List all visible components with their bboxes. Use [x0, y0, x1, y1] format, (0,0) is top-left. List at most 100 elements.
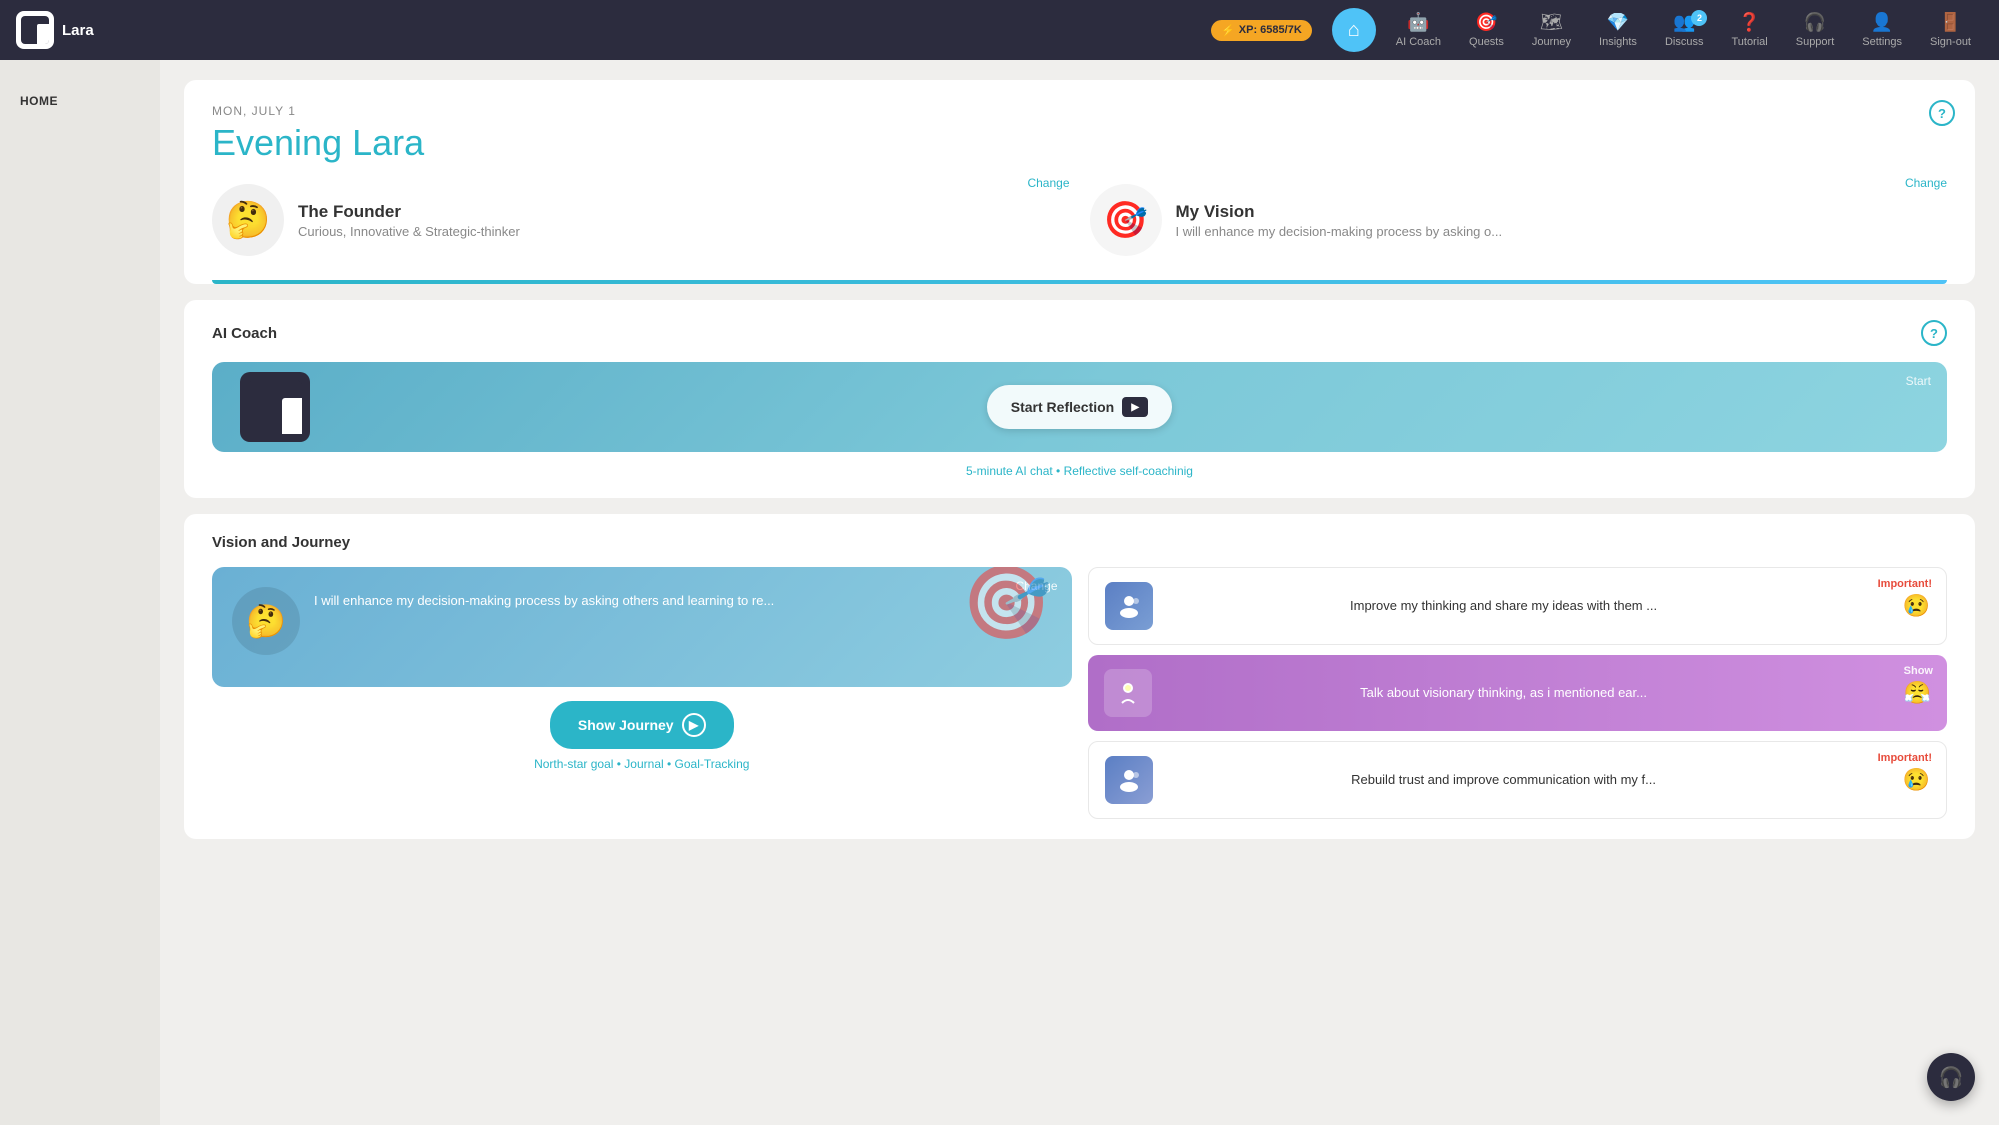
logo-box	[16, 11, 54, 49]
show-journey-container: Show Journey ▶	[212, 701, 1072, 749]
nav-label-support: Support	[1796, 36, 1835, 48]
nav-label-tutorial: Tutorial	[1731, 36, 1767, 48]
quests-icon: 🎯	[1475, 12, 1497, 33]
vision-journey-text: I will enhance my decision-making proces…	[314, 587, 774, 611]
ai-logo	[240, 372, 310, 442]
sad-icon-0: 😢	[1903, 593, 1930, 619]
quest-badge-2: Important!	[1878, 752, 1932, 764]
vision-journey-avatar: 🤔	[232, 587, 300, 655]
vision-journey-section: Vision and Journey Change 🤔 I will enhan…	[184, 514, 1975, 839]
journey-links[interactable]: North-star goal • Journal • Goal-Trackin…	[212, 757, 1072, 771]
home-button[interactable]: ⌂	[1332, 8, 1376, 52]
start-reflection-label: Start Reflection	[1011, 399, 1114, 415]
vision-name: My Vision	[1176, 202, 1503, 222]
nav-label-ai-coach: AI Coach	[1396, 36, 1441, 48]
nav-item-discuss[interactable]: 2 👥 Discuss	[1653, 6, 1716, 54]
show-journey-label: Show Journey	[578, 717, 674, 733]
quest-badge-0: Important!	[1878, 578, 1932, 590]
ai-logo-inner	[248, 380, 302, 434]
floating-support-icon: 🎧	[1939, 1065, 1964, 1090]
xp-badge: ⚡ XP: 6585/7K	[1211, 20, 1312, 41]
nav-item-support[interactable]: 🎧 Support	[1784, 6, 1847, 54]
quest-card-2: Important! Rebuild trust and improve com…	[1088, 741, 1948, 819]
persona-change-button[interactable]: Change	[1027, 176, 1069, 190]
vision-journey-grid: Change 🤔 I will enhance my decision-maki…	[212, 567, 1947, 819]
ai-coach-section-title: AI Coach ?	[212, 320, 1947, 346]
start-reflection-button[interactable]: Start Reflection ▶	[987, 385, 1172, 429]
persona-card: Change 🤔 The Founder Curious, Innovative…	[212, 184, 1070, 256]
quest-card-1: Show Talk about visionary thinking, as i…	[1088, 655, 1948, 731]
ai-coach-icon: 🤖	[1407, 12, 1429, 33]
main-content: ? MON, JULY 1 Evening Lara Change 🤔 The …	[160, 60, 1999, 1125]
sidebar-item-home[interactable]: HOME	[0, 84, 160, 118]
ai-coach-tagline: 5-minute AI chat • Reflective self-coach…	[212, 464, 1947, 478]
profile-cards: Change 🤔 The Founder Curious, Innovative…	[212, 184, 1947, 280]
persona-emoji: 🤔	[226, 199, 271, 241]
tutorial-icon: ❓	[1738, 12, 1760, 33]
nav-item-quests[interactable]: 🎯 Quests	[1457, 6, 1516, 54]
vision-journey-right: Important! Improve my thinking and share…	[1088, 567, 1948, 819]
vision-journey-emoji: 🤔	[246, 602, 286, 640]
nav-label-settings: Settings	[1862, 36, 1902, 48]
ai-coach-section: AI Coach ? Start Start Reflection ▶ 5-mi…	[184, 300, 1975, 498]
journey-btn-icon: ▶	[682, 713, 706, 737]
settings-icon: 👤	[1871, 12, 1893, 33]
vision-emoji: 🎯	[1103, 199, 1148, 241]
home-icon: ⌂	[1348, 19, 1360, 42]
vision-description: I will enhance my decision-making proces…	[1176, 224, 1503, 239]
teal-divider	[212, 280, 1947, 284]
nav-item-insights[interactable]: 💎 Insights	[1587, 6, 1649, 54]
target-overlay: 🎯	[962, 567, 1052, 639]
ai-coach-card: Start Start Reflection ▶	[212, 362, 1947, 452]
nav-label-signout: Sign-out	[1930, 36, 1971, 48]
nav-label-insights: Insights	[1599, 36, 1637, 48]
quest-text-1: Talk about visionary thinking, as i ment…	[1164, 684, 1892, 702]
show-journey-button[interactable]: Show Journey ▶	[550, 701, 734, 749]
vision-avatar: 🎯	[1090, 184, 1162, 256]
nav-label-quests: Quests	[1469, 36, 1504, 48]
insights-icon: 💎	[1607, 12, 1629, 33]
nav-item-tutorial[interactable]: ❓ Tutorial	[1719, 6, 1779, 54]
top-navigation: Lara ⚡ XP: 6585/7K ⌂ 🤖 AI Coach 🎯 Quests…	[0, 0, 1999, 60]
journey-icon: 🗺	[1540, 12, 1563, 33]
vision-journey-card: Change 🤔 I will enhance my decision-maki…	[212, 567, 1072, 687]
quest-text-0: Improve my thinking and share my ideas w…	[1165, 597, 1891, 615]
nav-items: 🤖 AI Coach 🎯 Quests 🗺 Journey 💎 Insights…	[1384, 6, 1983, 54]
vision-journey-title: Vision and Journey	[212, 534, 1947, 551]
ai-coach-start-label[interactable]: Start	[1906, 374, 1931, 388]
app-title: Lara	[62, 22, 94, 39]
app-logo[interactable]: Lara	[16, 11, 94, 49]
persona-info: The Founder Curious, Innovative & Strate…	[298, 202, 520, 239]
greeting-date: MON, JULY 1	[212, 104, 1947, 118]
support-icon: 🎧	[1804, 12, 1826, 33]
discuss-badge: 2	[1691, 10, 1707, 26]
persona-name: The Founder	[298, 202, 520, 222]
quest-badge-1: Show	[1904, 665, 1933, 677]
quest-avatar-0	[1105, 582, 1153, 630]
quest-text-2: Rebuild trust and improve communication …	[1165, 771, 1891, 789]
nav-label-journey: Journey	[1532, 36, 1571, 48]
reflection-btn-icon: ▶	[1122, 397, 1148, 417]
sidebar: HOME	[0, 60, 160, 1125]
quest-card-0: Important! Improve my thinking and share…	[1088, 567, 1948, 645]
greeting-section: ? MON, JULY 1 Evening Lara Change 🤔 The …	[184, 80, 1975, 284]
xp-value: XP: 6585/7K	[1239, 24, 1302, 36]
persona-avatar: 🤔	[212, 184, 284, 256]
greeting-help-icon[interactable]: ?	[1929, 100, 1955, 126]
vision-info: My Vision I will enhance my decision-mak…	[1176, 202, 1503, 239]
ai-coach-help-icon[interactable]: ?	[1921, 320, 1947, 346]
nav-item-signout[interactable]: 🚪 Sign-out	[1918, 6, 1983, 54]
greeting-title: Evening Lara	[212, 122, 1947, 164]
nav-item-journey[interactable]: 🗺 Journey	[1520, 6, 1583, 54]
persona-description: Curious, Innovative & Strategic-thinker	[298, 224, 520, 239]
floating-support-button[interactable]: 🎧	[1927, 1053, 1975, 1101]
vision-change-button[interactable]: Change	[1905, 176, 1947, 190]
nav-item-ai-coach[interactable]: 🤖 AI Coach	[1384, 6, 1453, 54]
vision-journey-left: Change 🤔 I will enhance my decision-maki…	[212, 567, 1072, 819]
vision-card: Change 🎯 My Vision I will enhance my dec…	[1090, 184, 1948, 256]
signout-icon: 🚪	[1939, 12, 1961, 33]
main-layout: HOME ? MON, JULY 1 Evening Lara Change 🤔…	[0, 0, 1999, 1125]
nav-item-settings[interactable]: 👤 Settings	[1850, 6, 1914, 54]
xp-icon: ⚡	[1221, 24, 1235, 37]
logo-inner	[21, 16, 49, 44]
